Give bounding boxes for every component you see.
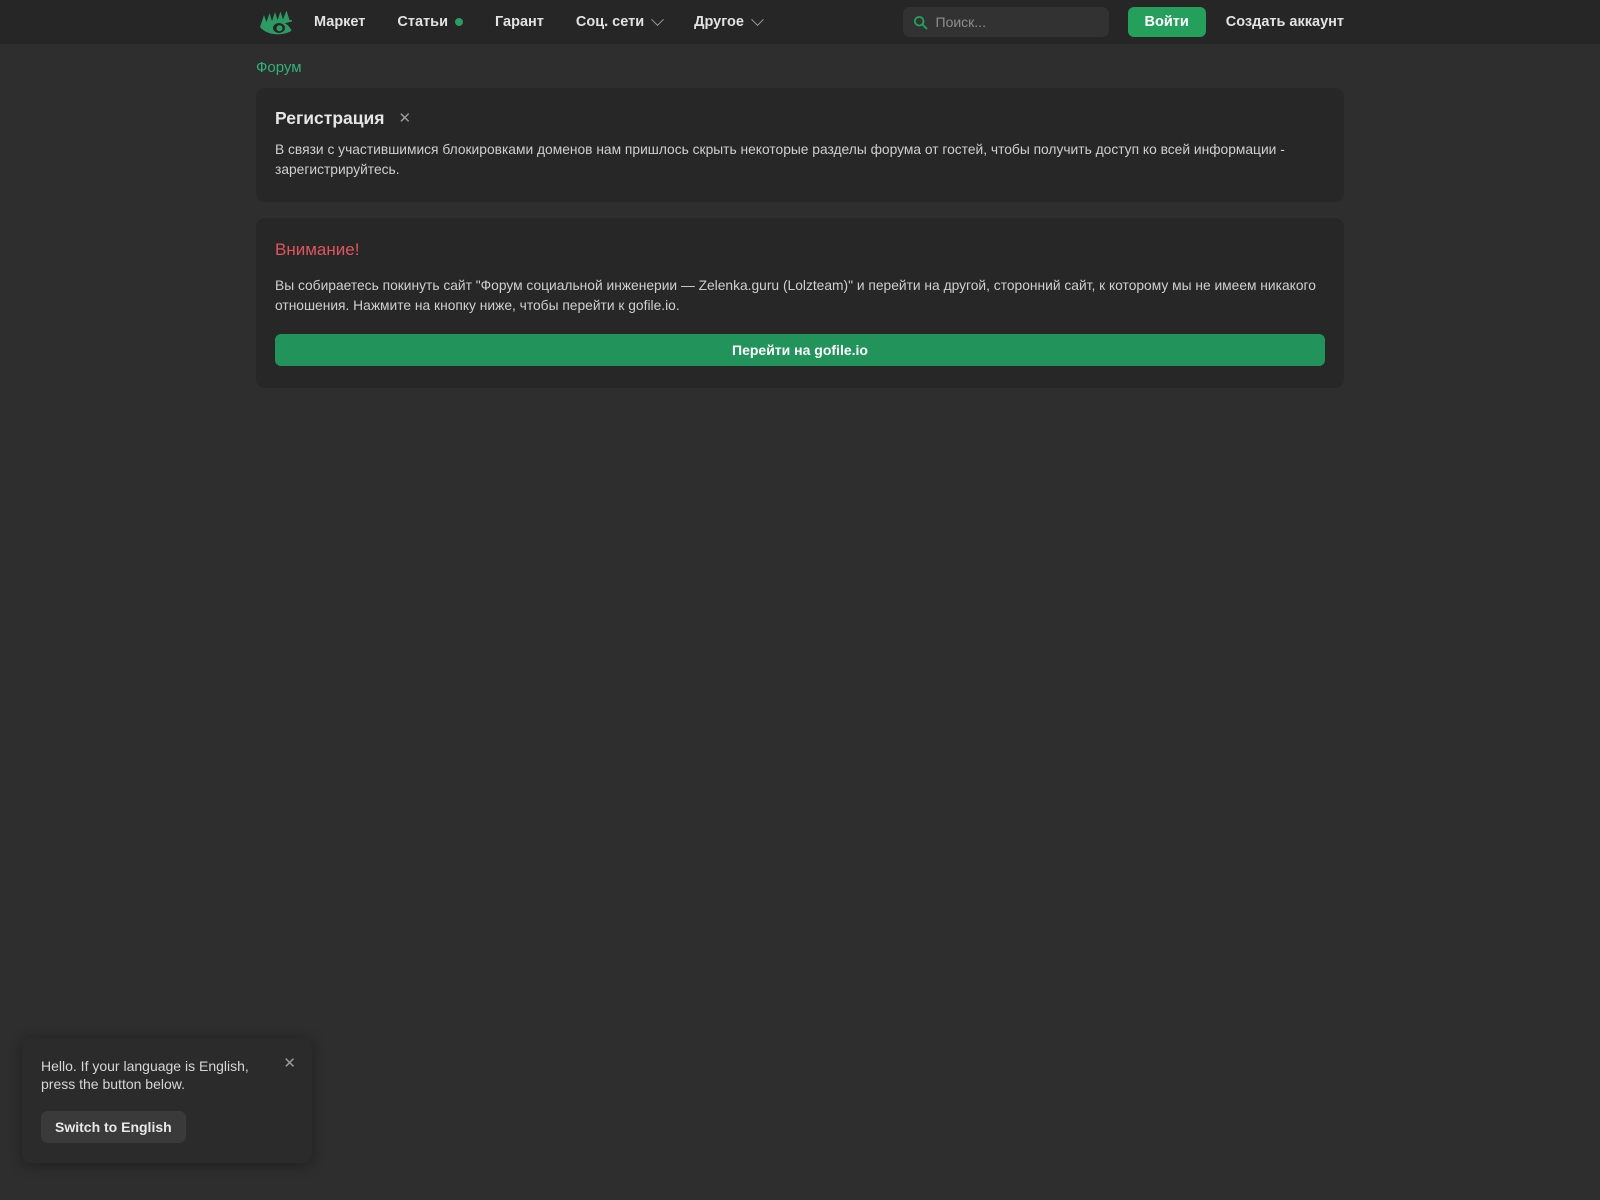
nav-item-label: Соц. сети bbox=[575, 14, 645, 30]
search-box[interactable] bbox=[902, 7, 1109, 37]
nav-item-label: Статьи bbox=[397, 14, 448, 30]
site-header: Маркет Статьи Гарант Соц. сети Другое По… bbox=[0, 0, 1600, 44]
eye-brow-logo-icon bbox=[260, 10, 292, 35]
nav-item-articles[interactable]: Статьи bbox=[381, 0, 479, 44]
nav-item-social-networks[interactable]: Соц. сети bbox=[560, 0, 678, 44]
close-icon[interactable]: ✕ bbox=[398, 111, 411, 126]
language-popup-message: Hello. If your language is English, pres… bbox=[41, 1058, 249, 1092]
warning-title: Внимание! bbox=[275, 240, 360, 259]
registration-notice-text: В связи с участившимися блокировками дом… bbox=[275, 142, 1285, 177]
language-switch-popup: ✕ Hello. If your language is English, pr… bbox=[22, 1038, 312, 1163]
create-account-link[interactable]: Создать аккаунт bbox=[1226, 14, 1344, 30]
page-title: Регистрация bbox=[275, 108, 385, 128]
close-icon[interactable]: ✕ bbox=[283, 1056, 296, 1071]
search-input[interactable] bbox=[935, 14, 1099, 30]
header-inner: Маркет Статьи Гарант Соц. сети Другое По… bbox=[256, 0, 1344, 44]
switch-to-english-button[interactable]: Switch to English bbox=[41, 1111, 186, 1143]
nav-item-label: Гарант bbox=[495, 14, 544, 30]
chevron-down-icon bbox=[651, 12, 665, 26]
registration-notice-panel: Регистрация ✕ В связи с участившимися бл… bbox=[256, 88, 1344, 202]
new-content-dot-icon bbox=[455, 18, 463, 26]
search-icon bbox=[913, 15, 927, 29]
proceed-to-external-site-button[interactable]: Перейти на gofile.io bbox=[275, 334, 1325, 366]
page-content: Форум Регистрация ✕ В связи с участившим… bbox=[0, 44, 1600, 388]
header-actions: Войти Создать аккаунт bbox=[902, 7, 1344, 37]
nav-item-market[interactable]: Маркет bbox=[314, 0, 381, 44]
login-button[interactable]: Войти bbox=[1127, 7, 1206, 37]
nav-item-label: Другое bbox=[694, 14, 744, 30]
breadcrumb[interactable]: Форум bbox=[256, 44, 302, 88]
external-link-warning-panel: Внимание! Вы собираетесь покинуть сайт "… bbox=[256, 218, 1344, 388]
chevron-down-icon bbox=[751, 12, 764, 26]
warning-text: Вы собираетесь покинуть сайт "Форум соци… bbox=[275, 278, 1316, 313]
main-navigation: Маркет Статьи Гарант Соц. сети Другое bbox=[314, 0, 778, 44]
nav-item-other[interactable]: Другое bbox=[678, 0, 778, 44]
registration-notice-header: Регистрация ✕ bbox=[275, 108, 1325, 129]
nav-item-guarantor[interactable]: Гарант bbox=[479, 0, 560, 44]
site-logo[interactable] bbox=[256, 7, 296, 37]
nav-item-label: Маркет bbox=[314, 14, 366, 30]
